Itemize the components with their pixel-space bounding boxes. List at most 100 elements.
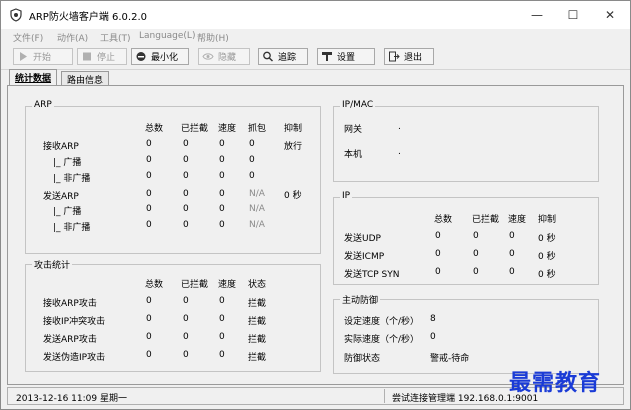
arp-header-total: 总数 (145, 124, 164, 134)
attack-cell: 0 (146, 296, 152, 306)
attack-row-label: 接收IP冲突攻击 (43, 317, 106, 327)
defense-state-value: 警戒-待命 (430, 354, 470, 364)
stop-button[interactable]: 停止 (77, 48, 127, 65)
status-datetime: 2013-12-16 11:09 星期一 (16, 394, 127, 404)
arp-group: ARP 总数 已拦截 速度 抓包 抑制 接收ARP 0 0 0 0 放行 |_ … (25, 100, 321, 254)
local-value: . (398, 147, 401, 157)
gateway-value: . (398, 122, 401, 132)
attack-cell: 0 (219, 296, 225, 306)
arp-suppress-seconds: 0 秒 (284, 191, 302, 201)
ip-cell: 0 (509, 249, 515, 259)
arp-cell: N/A (249, 220, 265, 230)
ip-cell: 0 (473, 249, 479, 259)
maximize-window-button[interactable]: ☐ (556, 1, 590, 29)
actual-speed-label: 实际速度（个/秒） (344, 335, 420, 345)
ip-header-total: 总数 (434, 215, 453, 225)
ipmac-group-title: IP/MAC (340, 100, 376, 110)
arp-cell: 0 (183, 155, 189, 165)
active-defense-group: 主动防御 设定速度（个/秒） 8 实际速度（个/秒） 0 防御状态 警戒-待命 (333, 293, 599, 374)
arp-cell: 0 (219, 171, 225, 181)
arp-row-label: |_ 广播 (53, 207, 82, 217)
exit-button[interactable]: 退出 (384, 48, 434, 65)
ip-cell: 0 (473, 267, 479, 277)
minimize-icon (136, 52, 146, 61)
arp-header-speed: 速度 (218, 124, 237, 134)
local-label: 本机 (344, 150, 363, 160)
arp-cell: 0 (219, 139, 225, 149)
gateway-label: 网关 (344, 125, 363, 135)
window-title: ARP防火墙客户端 6.0.2.0 (29, 12, 147, 23)
hide-button[interactable]: 隐藏 (198, 48, 250, 65)
tab-statistics[interactable]: 统计数据 (9, 69, 58, 86)
ip-cell: 0 秒 (538, 270, 556, 280)
ip-row-label: 发送TCP SYN (344, 270, 400, 280)
minimize-window-button[interactable]: — (520, 1, 554, 29)
ip-cell: 0 (509, 267, 515, 277)
attack-cell: 0 (219, 350, 225, 360)
attack-cell: 0 (146, 350, 152, 360)
arp-cell: 0 (219, 155, 225, 165)
app-window: ARP防火墙客户端 6.0.2.0 — ☐ ✕ 文件(F) 动作(A) 工具(T… (0, 0, 631, 410)
arp-cell: 0 (249, 155, 255, 165)
watermark-text: 最需教育 (509, 370, 602, 396)
arp-cell: 0 (146, 139, 152, 149)
arp-cell: 0 (183, 189, 189, 199)
arp-cell: 0 (146, 220, 152, 230)
attack-row-label: 发送伪造IP攻击 (43, 353, 106, 363)
arp-cell: 0 (146, 155, 152, 165)
arp-cell: 0 (146, 189, 152, 199)
ip-cell: 0 (509, 231, 515, 241)
attack-header-blocked: 已拦截 (181, 280, 209, 290)
shield-icon (10, 8, 22, 22)
ip-cell: 0 (435, 267, 441, 277)
tab-strip: 统计数据 路由信息 (1, 69, 630, 86)
statistics-panel: ARP 总数 已拦截 速度 抓包 抑制 接收ARP 0 0 0 0 放行 |_ … (7, 85, 624, 385)
menu-help[interactable]: 帮助(H) (197, 31, 229, 44)
start-button[interactable]: 开始 (13, 48, 73, 65)
menu-language[interactable]: Language(L) (139, 31, 195, 41)
ip-header-suppress: 抑制 (538, 215, 557, 225)
arp-cell: 0 (183, 171, 189, 181)
arp-cell: 放行 (284, 142, 303, 152)
menu-tools[interactable]: 工具(T) (100, 31, 131, 44)
play-icon (20, 52, 27, 61)
ip-cell: 0 (435, 249, 441, 259)
attack-cell: 0 (146, 314, 152, 324)
attack-row-label: 接收ARP攻击 (43, 299, 97, 309)
ip-header-speed: 速度 (508, 215, 527, 225)
attack-group-title: 攻击统计 (32, 258, 73, 271)
settings-button[interactable]: 设置 (317, 48, 375, 65)
close-window-button[interactable]: ✕ (593, 1, 627, 29)
toolbar: 开始 停止 最小化 隐藏 追踪 设置 退出 (1, 45, 630, 70)
attack-cell: 0 (219, 314, 225, 324)
arp-header-capture: 抓包 (248, 124, 267, 134)
ip-row-label: 发送UDP (344, 234, 381, 244)
arp-cell: 0 (146, 204, 152, 214)
arp-cell: 0 (219, 204, 225, 214)
arp-cell: 0 (183, 220, 189, 230)
arp-group-title: ARP (32, 100, 54, 110)
attack-cell: 0 (219, 332, 225, 342)
arp-cell: 0 (183, 204, 189, 214)
trace-button[interactable]: 追踪 (258, 48, 308, 65)
defense-state-label: 防御状态 (344, 354, 381, 364)
attack-cell: 0 (183, 296, 189, 306)
attack-header-state: 状态 (248, 280, 267, 290)
actual-speed-value: 0 (430, 332, 436, 342)
arp-cell: N/A (249, 204, 265, 214)
arp-cell: 0 (219, 189, 225, 199)
attack-row-label: 发送ARP攻击 (43, 335, 97, 345)
attack-cell: 0 (183, 332, 189, 342)
attack-cell: 0 (183, 314, 189, 324)
exit-icon (389, 51, 400, 62)
menu-action[interactable]: 动作(A) (57, 31, 88, 44)
tab-route-info[interactable]: 路由信息 (61, 71, 110, 86)
minimize-to-tray-button[interactable]: 最小化 (131, 48, 189, 65)
set-speed-value: 8 (430, 314, 436, 324)
attack-cell: 拦截 (248, 317, 267, 327)
arp-header-blocked: 已拦截 (181, 124, 209, 134)
arp-cell: 0 (219, 220, 225, 230)
arp-cell: 0 (183, 139, 189, 149)
attack-cell: 0 (146, 332, 152, 342)
menu-file[interactable]: 文件(F) (13, 31, 43, 44)
